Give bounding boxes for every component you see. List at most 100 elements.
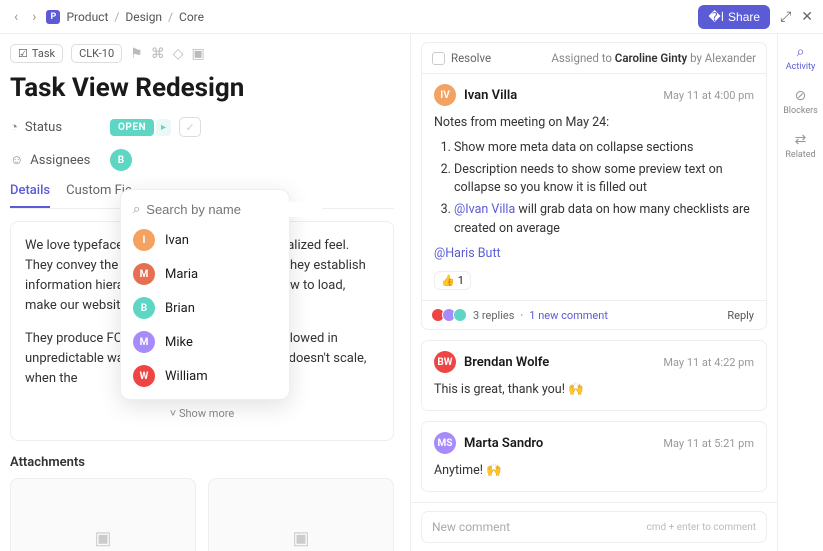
assignee-option-label: Mike (165, 335, 193, 350)
thumbs-up-icon: 👍 (441, 274, 455, 287)
reply-button[interactable]: Reply (727, 309, 754, 322)
related-icon: ⇄ (795, 132, 807, 148)
right-sidebar: ⌕ Activity ⊘ Blockers ⇄ Related (777, 34, 823, 551)
replies-count: 3 replies (473, 309, 514, 322)
activity-panel: Resolve Assigned to Caroline Ginty by Al… (410, 34, 777, 551)
assignee-option-label: Ivan (165, 233, 189, 248)
assignees-row: ☺Assignees B (10, 149, 394, 171)
person-icon: ☺ (10, 152, 23, 168)
mention-link[interactable]: @Ivan Villa (454, 202, 515, 217)
sidebar-activity[interactable]: ⌕ Activity (786, 44, 815, 72)
comment-author[interactable]: MSMarta Sandro (434, 432, 543, 454)
avatar: M (133, 263, 155, 285)
attachment-placeholder[interactable]: ▣ (10, 478, 196, 551)
avatar: I (133, 229, 155, 251)
search-input[interactable] (146, 202, 322, 217)
breadcrumb-design[interactable]: Design (125, 10, 162, 24)
list-item: @Ivan Villa will grab data on how many c… (454, 201, 754, 239)
status-icon: ◔ (10, 119, 18, 135)
nav-forward-icon[interactable]: › (28, 7, 40, 27)
new-comment-indicator: 1 new comment (529, 309, 608, 322)
resolve-bar: Resolve Assigned to Caroline Ginty by Al… (421, 42, 767, 74)
blockers-icon: ⊘ (795, 88, 807, 104)
reaction-chip[interactable]: 👍1 (434, 271, 471, 290)
list-item: Show more meta data on collapse sections (454, 139, 754, 158)
assignee-option[interactable]: MMike (121, 325, 289, 359)
image-icon[interactable]: ▣ (191, 46, 204, 62)
assignee-option[interactable]: WWilliam (121, 359, 289, 393)
breadcrumb: ‹ › P Product / Design / Core (10, 7, 204, 27)
assigned-to-user[interactable]: Caroline Ginty (615, 51, 687, 65)
attachment-placeholder[interactable]: ▣ (208, 478, 394, 551)
comment-composer: New comment cmd + enter to comment (411, 502, 777, 551)
assignee-option-label: Brian (165, 301, 195, 316)
flag-icon[interactable]: ⚑ (130, 46, 143, 62)
comment-card: MSMarta Sandro May 11 at 5:21 pm Anytime! … (421, 421, 767, 492)
task-panel: ☑Task CLK-10 ⚑ ⌘ ◇ ▣ Task View Redesign … (0, 34, 410, 551)
breadcrumb-separator: / (168, 10, 173, 24)
status-label: ◔Status (10, 119, 110, 135)
image-placeholder-icon: ▣ (292, 528, 309, 549)
show-more-button[interactable]: ˅ Show more (25, 401, 379, 426)
assignee-option[interactable]: I Ivan (121, 223, 289, 257)
share-label: Share (728, 10, 760, 24)
main-content: ☑Task CLK-10 ⚑ ⌘ ◇ ▣ Task View Redesign … (0, 34, 823, 551)
comment-timestamp: May 11 at 4:00 pm (663, 89, 754, 102)
mention-link[interactable]: @Haris Butt (434, 246, 501, 261)
status-value[interactable]: OPEN (110, 119, 154, 136)
share-button[interactable]: �ا Share (698, 5, 770, 29)
comment-author[interactable]: IV Ivan Villa (434, 84, 517, 106)
avatar: BW (434, 351, 456, 373)
attachments-row: ▣ ▣ (10, 478, 394, 551)
image-placeholder-icon: ▣ (94, 528, 111, 549)
comment-input[interactable]: New comment cmd + enter to comment (421, 511, 767, 543)
thread-replies-bar[interactable]: 3 replies · 1 new comment Reply (421, 301, 767, 330)
activity-icon: ⌕ (797, 44, 805, 60)
composer-placeholder: New comment (432, 520, 510, 534)
comment-body: Notes from meeting on May 24: Show more … (434, 114, 754, 263)
assignee-option[interactable]: B Brian (121, 291, 289, 325)
search-icon: ⌕ (133, 202, 140, 217)
breadcrumb-core[interactable]: Core (179, 10, 204, 24)
breadcrumb-separator: / (114, 10, 119, 24)
assignees-label: ☺Assignees (10, 152, 110, 168)
comment-card: BWBrendan WolfeMay 11 at 4:22 pmThis is … (421, 340, 767, 411)
comment-timestamp: May 11 at 5:21 pm (663, 437, 754, 450)
project-icon: P (46, 10, 60, 24)
assignee-option-label: Maria (165, 267, 198, 282)
task-title[interactable]: Task View Redesign (10, 73, 394, 103)
thread-root-comment: IV Ivan Villa May 11 at 4:00 pm Notes fr… (421, 74, 767, 301)
comment-body: Anytime! 🙌 (434, 462, 754, 481)
share-icon: �ا (708, 10, 724, 24)
complete-checkbox[interactable]: ✓ (179, 117, 201, 137)
status-advance-icon[interactable]: ▸ (156, 119, 171, 136)
avatar: MS (434, 432, 456, 454)
tag-icon[interactable]: ◇ (173, 46, 184, 62)
comment-author[interactable]: BWBrendan Wolfe (434, 351, 549, 373)
resolve-checkbox[interactable] (432, 52, 445, 65)
comment-body: This is great, thank you! 🙌 (434, 381, 754, 400)
task-type-chip[interactable]: ☑Task (10, 44, 63, 63)
topbar: ‹ › P Product / Design / Core �ا Share ⤢… (0, 0, 823, 34)
breadcrumb-product[interactable]: Product (66, 10, 108, 24)
collapse-icon[interactable]: ⤢ (780, 9, 791, 25)
attachments-heading: Attachments (10, 455, 394, 470)
assigned-by-user: Alexander (705, 51, 756, 65)
close-icon[interactable]: ✕ (801, 9, 813, 25)
check-icon: ☑ (18, 47, 28, 60)
task-meta-row: ☑Task CLK-10 ⚑ ⌘ ◇ ▣ (10, 44, 394, 63)
nav-back-icon[interactable]: ‹ (10, 7, 22, 27)
resolve-label: Resolve (451, 51, 491, 65)
assignee-option[interactable]: M Maria (121, 257, 289, 291)
tab-details[interactable]: Details (10, 183, 50, 208)
avatar (453, 308, 467, 322)
avatar: B (133, 297, 155, 319)
sidebar-related[interactable]: ⇄ Related (785, 132, 815, 160)
assignee-avatar[interactable]: B (110, 149, 132, 171)
sidebar-blockers[interactable]: ⊘ Blockers (783, 88, 818, 116)
search-row: ⌕ (121, 196, 289, 223)
assignee-picker-popover: ⌕ I Ivan M Maria B Brian MMikeWWilliam (120, 189, 290, 400)
task-id-chip[interactable]: CLK-10 (71, 44, 122, 63)
avatar: IV (434, 84, 456, 106)
link-icon[interactable]: ⌘ (151, 46, 165, 62)
